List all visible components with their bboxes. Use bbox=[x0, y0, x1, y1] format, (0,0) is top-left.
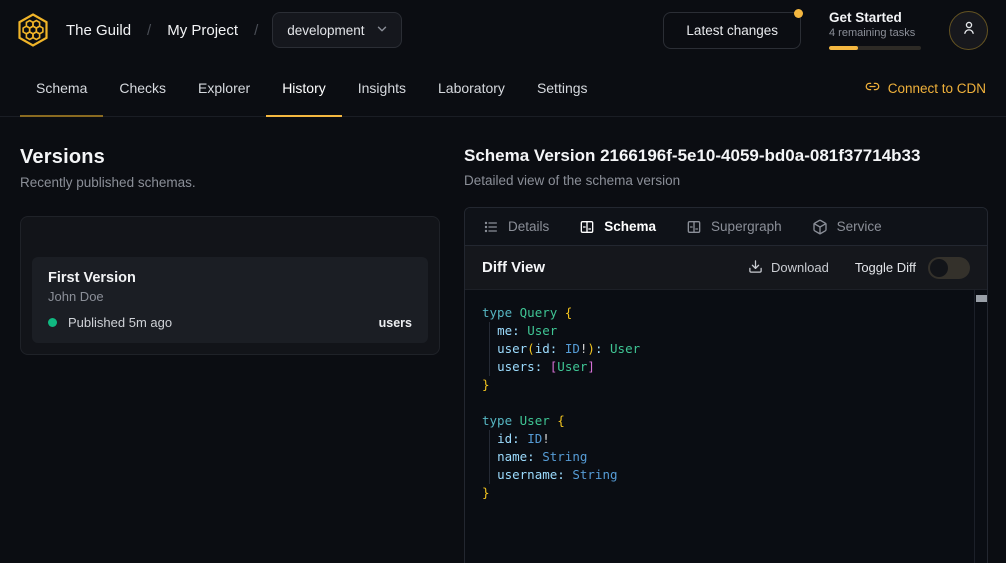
connect-to-cdn-button[interactable]: Connect to CDN bbox=[865, 60, 986, 116]
app-window: The Guild / My Project / development Lat… bbox=[0, 0, 1006, 563]
columns-icon bbox=[579, 219, 595, 235]
get-started-widget[interactable]: Get Started 4 remaining tasks bbox=[829, 10, 921, 50]
nav-tab-laboratory[interactable]: Laboratory bbox=[422, 60, 521, 117]
nav-tab-settings[interactable]: Settings bbox=[521, 60, 604, 117]
nav-tab-explorer[interactable]: Explorer bbox=[182, 60, 266, 117]
breadcrumb-separator: / bbox=[147, 22, 151, 39]
guild-logo-icon[interactable] bbox=[14, 11, 52, 49]
schema-version-title: Schema Version 2166196f-5e10-4059-bd0a-0… bbox=[464, 146, 988, 166]
diff-view-header: Diff View Download Toggle Diff bbox=[465, 246, 987, 290]
schema-version-panel: Schema Version 2166196f-5e10-4059-bd0a-0… bbox=[464, 146, 988, 563]
detail-tab-label: Schema bbox=[604, 219, 656, 234]
nav-tab-checks[interactable]: Checks bbox=[103, 60, 182, 117]
version-list-item[interactable]: First Version John Doe Published 5m ago … bbox=[32, 257, 428, 343]
nav-tab-history[interactable]: History bbox=[266, 60, 342, 117]
code-line: username: String bbox=[482, 466, 967, 484]
schema-version-detail-card: Details Schema Supergraph Service Diff View… bbox=[464, 207, 988, 563]
version-author: John Doe bbox=[48, 289, 412, 304]
toggle-diff-switch[interactable] bbox=[928, 257, 970, 279]
target-dropdown[interactable]: development bbox=[272, 12, 401, 48]
breadcrumb-org[interactable]: The Guild bbox=[66, 22, 131, 39]
service-badge: users bbox=[379, 316, 412, 330]
detail-tab-service[interactable]: Service bbox=[812, 219, 882, 235]
code-line: name: String bbox=[482, 448, 967, 466]
code-line bbox=[482, 394, 967, 412]
versions-panel: Versions Recently published schemas. Fir… bbox=[20, 146, 440, 563]
toggle-diff-label: Toggle Diff bbox=[855, 260, 916, 275]
download-button[interactable]: Download bbox=[748, 259, 829, 277]
chevron-down-icon bbox=[375, 22, 389, 39]
code-scrollbar[interactable] bbox=[974, 290, 987, 563]
top-header: The Guild / My Project / development Lat… bbox=[0, 0, 1006, 60]
diff-view-actions: Download Toggle Diff bbox=[748, 257, 970, 279]
version-name: First Version bbox=[48, 270, 412, 286]
code-line: } bbox=[482, 376, 967, 394]
notification-dot bbox=[794, 9, 803, 18]
get-started-subtitle: 4 remaining tasks bbox=[829, 27, 921, 39]
code-line: type Query { bbox=[482, 304, 967, 322]
detail-tabs: Details Schema Supergraph Service bbox=[465, 208, 987, 246]
cube-icon bbox=[812, 219, 828, 235]
download-label: Download bbox=[771, 260, 829, 275]
detail-tab-label: Service bbox=[837, 219, 882, 234]
detail-tab-label: Supergraph bbox=[711, 219, 782, 234]
main-content: Versions Recently published schemas. Fir… bbox=[0, 117, 1006, 563]
link-icon bbox=[865, 79, 880, 97]
code-line: id: ID! bbox=[482, 430, 967, 448]
version-status-row: Published 5m ago users bbox=[48, 315, 412, 330]
detail-tab-details[interactable]: Details bbox=[483, 219, 549, 235]
latest-changes-button[interactable]: Latest changes bbox=[663, 12, 801, 49]
nav-tabs: SchemaChecksExplorerHistoryInsightsLabor… bbox=[20, 60, 604, 116]
get-started-progress-fill bbox=[829, 46, 858, 50]
version-status-text: Published 5m ago bbox=[68, 315, 172, 330]
toggle-diff-knob bbox=[930, 259, 948, 277]
code-line: } bbox=[482, 484, 967, 502]
nav-tab-schema[interactable]: Schema bbox=[20, 60, 103, 117]
detail-tab-label: Details bbox=[508, 219, 549, 234]
connect-to-cdn-label: Connect to CDN bbox=[888, 81, 986, 96]
get-started-title: Get Started bbox=[829, 10, 921, 25]
person-icon bbox=[960, 19, 978, 42]
breadcrumb-separator: / bbox=[254, 22, 258, 39]
user-avatar-button[interactable] bbox=[949, 11, 988, 50]
nav-tab-insights[interactable]: Insights bbox=[342, 60, 422, 117]
breadcrumb-project[interactable]: My Project bbox=[167, 22, 238, 39]
target-dropdown-value: development bbox=[287, 23, 364, 38]
versions-list-card: First Version John Doe Published 5m ago … bbox=[20, 216, 440, 355]
sdl-code-area: type Query { me: User user(id: ID!): Use… bbox=[465, 290, 987, 563]
download-icon bbox=[748, 259, 763, 277]
published-status-dot bbox=[48, 318, 57, 327]
diff-view-title: Diff View bbox=[482, 259, 545, 276]
detail-tab-supergraph[interactable]: Supergraph bbox=[686, 219, 782, 235]
versions-subtitle: Recently published schemas. bbox=[20, 175, 440, 190]
code-block: type Query { me: User user(id: ID!): Use… bbox=[482, 304, 967, 502]
get-started-progressbar bbox=[829, 46, 921, 50]
code-line: user(id: ID!): User bbox=[482, 340, 967, 358]
list-icon bbox=[483, 219, 499, 235]
code-line: type User { bbox=[482, 412, 967, 430]
toggle-diff-group: Toggle Diff bbox=[855, 257, 970, 279]
header-right: Latest changes Get Started 4 remaining t… bbox=[663, 10, 988, 50]
code-scrollbar-thumb[interactable] bbox=[976, 295, 987, 302]
versions-title: Versions bbox=[20, 146, 440, 169]
code-line: users: [User] bbox=[482, 358, 967, 376]
detail-tab-schema[interactable]: Schema bbox=[579, 219, 656, 235]
breadcrumb: The Guild / My Project / bbox=[66, 22, 258, 39]
latest-changes-label: Latest changes bbox=[686, 23, 778, 38]
code-line: me: User bbox=[482, 322, 967, 340]
columns-icon bbox=[686, 219, 702, 235]
main-nav: SchemaChecksExplorerHistoryInsightsLabor… bbox=[0, 60, 1006, 117]
schema-version-subtitle: Detailed view of the schema version bbox=[464, 173, 988, 188]
